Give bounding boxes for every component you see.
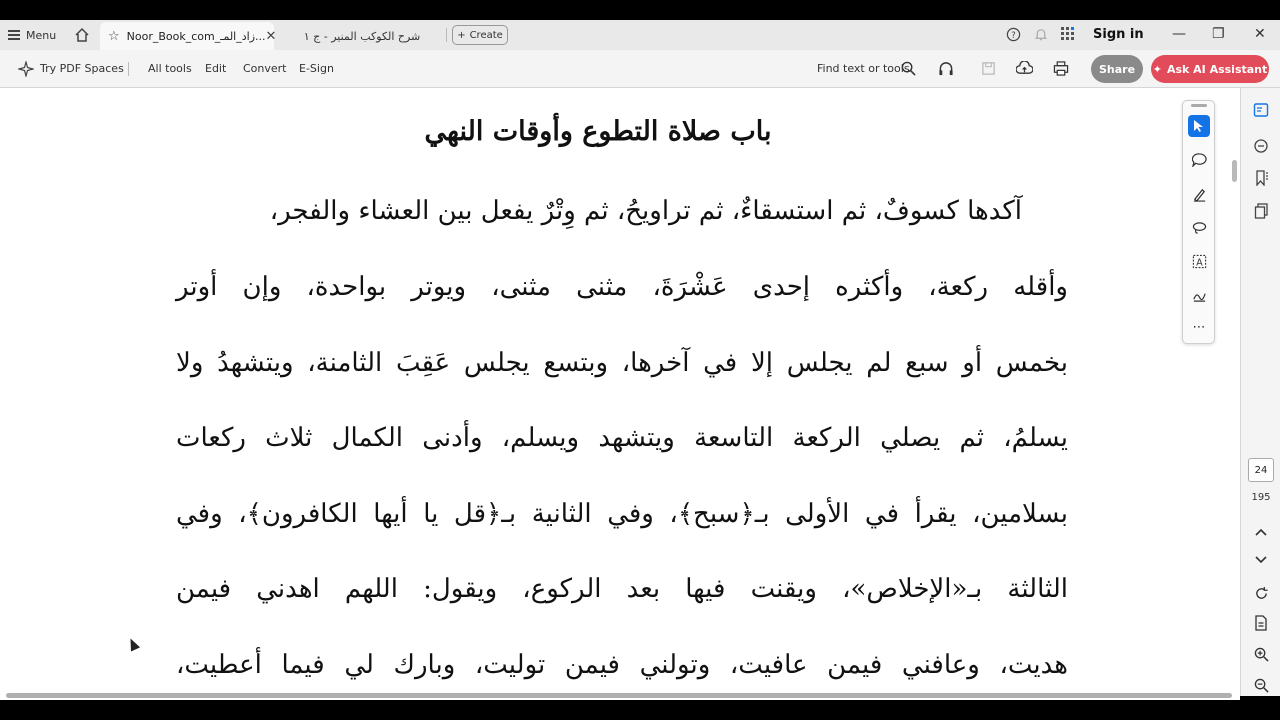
pages-thumbnails-icon[interactable] xyxy=(1253,203,1269,219)
try-pdf-spaces-button[interactable]: Try PDF Spaces xyxy=(40,62,124,75)
text-box-icon[interactable]: A xyxy=(1188,250,1210,272)
apps-grid-icon[interactable] xyxy=(1060,26,1076,42)
bell-icon[interactable] xyxy=(1034,27,1048,42)
ai-assistant-label: Ask AI Assistant xyxy=(1166,62,1268,76)
convert-button[interactable]: Convert xyxy=(243,62,287,75)
text-line: يسلمُ، ثم يصلي الركعة التاسعة ويتشهد ويس… xyxy=(176,423,1068,453)
right-sidebar: 24 195 xyxy=(1240,88,1280,696)
tab-label: شرح الكوكب المنير - ج ١ xyxy=(303,29,421,43)
comment-icon[interactable] xyxy=(1188,149,1210,171)
svg-text:?: ? xyxy=(1011,30,1015,40)
tab-sharh-kawkab[interactable]: شرح الكوكب المنير - ج ١ xyxy=(282,22,442,50)
upload-cloud-icon[interactable] xyxy=(1016,61,1033,76)
main-toolbar: Try PDF Spaces All tools Edit Convert E-… xyxy=(0,50,1280,88)
esign-button[interactable]: E-Sign xyxy=(299,62,334,75)
edit-button[interactable]: Edit xyxy=(205,62,226,75)
horizontal-scrollbar[interactable] xyxy=(0,690,1240,700)
share-button[interactable]: Share xyxy=(1091,55,1143,83)
current-page-input[interactable]: 24 xyxy=(1248,458,1274,482)
bottom-black-band xyxy=(0,700,1280,720)
vertical-scrollbar[interactable] xyxy=(1230,100,1238,660)
chevron-up-icon[interactable] xyxy=(1253,524,1269,540)
pdf-page: باب صلاة التطوع وأوقات النهي آكدها كسوفٌ… xyxy=(0,88,1240,696)
create-button[interactable]: + Create xyxy=(452,25,508,45)
top-black-band xyxy=(0,0,1280,20)
create-label: Create xyxy=(469,29,503,41)
highlighter-icon[interactable] xyxy=(1188,183,1210,205)
tab-divider xyxy=(446,28,447,42)
svg-text:A: A xyxy=(1196,257,1203,268)
hamburger-icon xyxy=(8,30,20,40)
help-icon[interactable]: ? xyxy=(1006,27,1021,42)
quick-tools-panel: A ⋯ xyxy=(1182,100,1215,344)
pdf-spaces-icon xyxy=(18,61,34,77)
refresh-icon[interactable] xyxy=(1253,585,1269,601)
menu-button[interactable]: Menu xyxy=(8,26,56,44)
toolbar-divider xyxy=(128,62,129,76)
document-view[interactable]: باب صلاة التطوع وأوقات النهي آكدها كسوفٌ… xyxy=(0,88,1240,696)
text-line: وأقله ركعة، وأكثره إحدى عَشْرَةَ، مثنى م… xyxy=(176,272,1068,302)
signature-icon[interactable] xyxy=(1188,284,1210,306)
horizontal-scroll-thumb[interactable] xyxy=(6,693,1232,698)
close-tab-icon[interactable]: ✕ xyxy=(266,29,277,44)
save-icon[interactable] xyxy=(981,61,996,76)
plus-icon: + xyxy=(457,29,466,41)
draw-lasso-icon[interactable] xyxy=(1188,217,1210,239)
ai-panel-icon[interactable] xyxy=(1253,102,1269,118)
text-line: هديت، وعافني فيمن عافيت، وتولني فيمن تول… xyxy=(176,650,1068,680)
zoom-in-icon[interactable] xyxy=(1253,646,1269,662)
home-icon[interactable] xyxy=(74,27,90,43)
headphones-icon[interactable] xyxy=(938,61,954,76)
total-pages: 195 xyxy=(1251,492,1271,503)
bookmarks-icon[interactable] xyxy=(1253,170,1269,186)
text-line: بسلامين، يقرأ في الأولى بـ﴿سبح﴾، وفي الث… xyxy=(176,499,1068,529)
chevron-down-icon[interactable] xyxy=(1253,552,1269,568)
text-line: الثالثة بـ«الإخلاص»، ويقنت فيها بعد الرك… xyxy=(176,574,1068,604)
tab-label: Noor_Book_com_زاد_المـ... xyxy=(126,29,266,43)
find-text-button[interactable]: Find text or tools xyxy=(817,62,910,75)
menu-label: Menu xyxy=(26,28,57,42)
ai-assistant-button[interactable]: ✦ Ask AI Assistant xyxy=(1151,55,1269,83)
text-line: آكدها كسوفٌ، ثم استسقاءٌ، ثم تراويحُ، ثم… xyxy=(269,196,1022,226)
select-cursor-icon[interactable] xyxy=(1188,115,1210,137)
close-window-icon[interactable]: ✕ xyxy=(1254,26,1266,42)
tab-bar: Menu ☆ Noor_Book_com_زاد_المـ... ✕ شرح ا… xyxy=(0,20,1280,50)
more-tools-icon[interactable]: ⋯ xyxy=(1188,316,1210,338)
tab-noor-book[interactable]: ☆ Noor_Book_com_زاد_المـ... ✕ xyxy=(100,22,277,50)
star-icon[interactable]: ☆ xyxy=(108,29,120,44)
page-fit-icon[interactable] xyxy=(1253,615,1269,631)
drag-handle[interactable] xyxy=(1191,104,1207,107)
print-icon[interactable] xyxy=(1053,61,1069,76)
zoom-out-icon[interactable] xyxy=(1253,677,1269,693)
minimize-icon[interactable]: — xyxy=(1172,26,1186,42)
comments-panel-icon[interactable] xyxy=(1253,138,1269,154)
sign-in-link[interactable]: Sign in xyxy=(1093,27,1144,42)
search-icon[interactable] xyxy=(901,61,916,76)
ai-sparkle-icon: ✦ xyxy=(1152,62,1162,76)
scroll-thumb[interactable] xyxy=(1232,160,1237,182)
chapter-heading: باب صلاة التطوع وأوقات النهي xyxy=(424,116,772,147)
restore-icon[interactable]: ❐ xyxy=(1212,26,1225,42)
text-line: بخمس أو سبع لم يجلس إلا في آخرها، وبتسع … xyxy=(176,348,1068,378)
all-tools-button[interactable]: All tools xyxy=(148,62,192,75)
